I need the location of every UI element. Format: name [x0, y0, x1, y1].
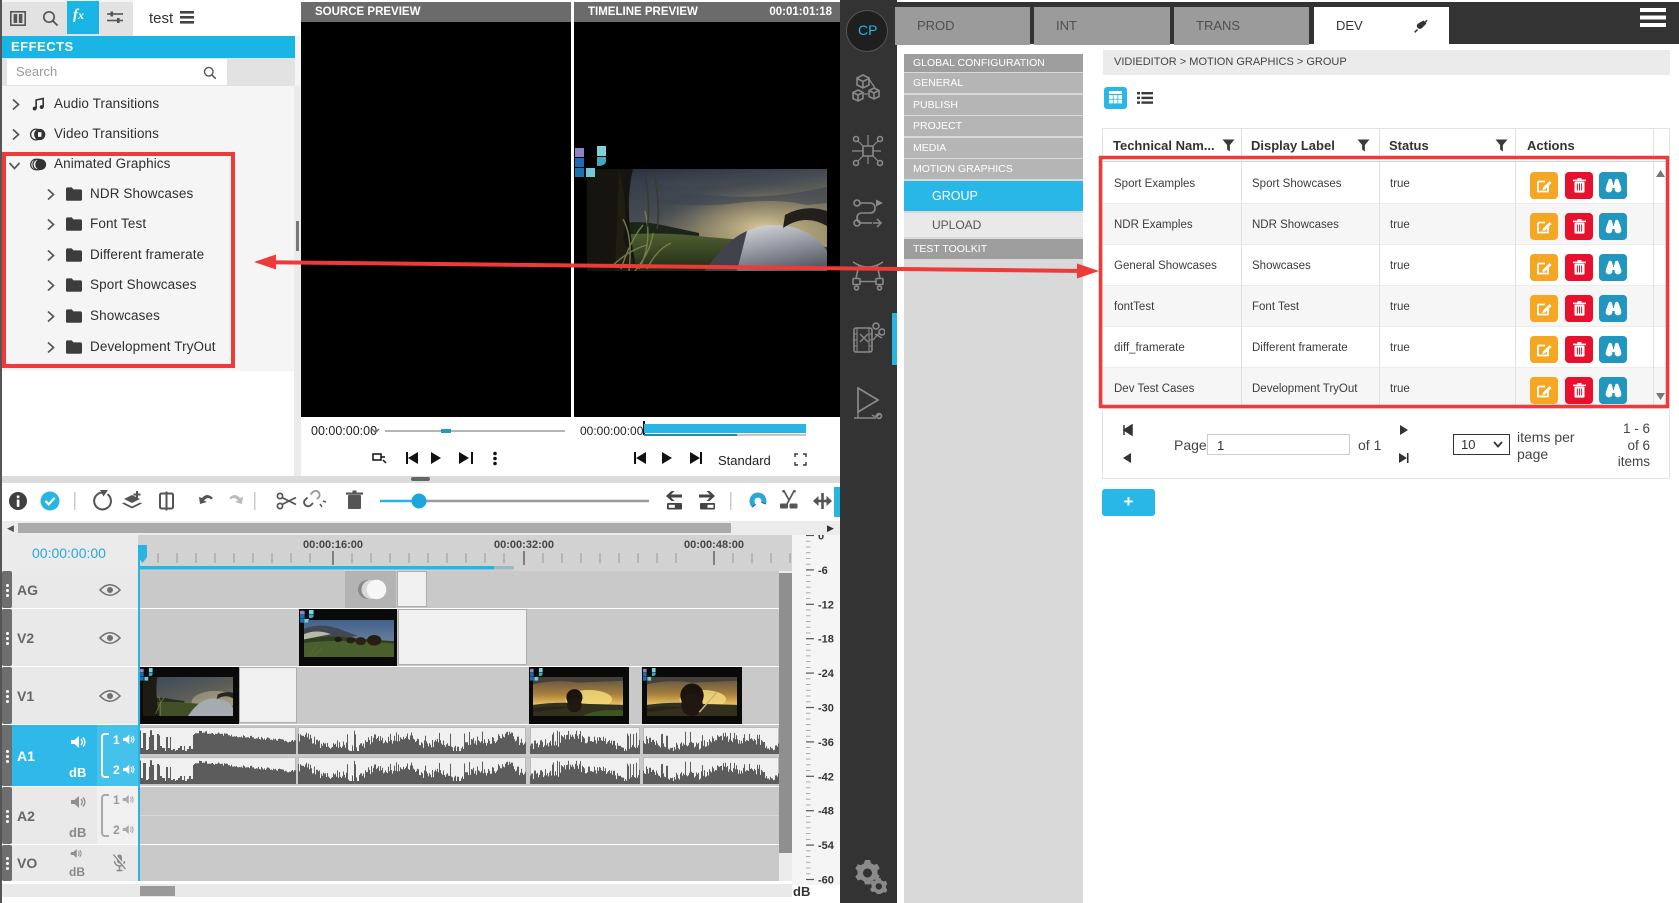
svg-text:0: 0	[818, 535, 824, 543]
svg-text:-36: -36	[818, 737, 834, 749]
svg-text:00:00:48:00: 00:00:48:00	[684, 539, 744, 551]
svg-text:-54: -54	[818, 840, 835, 852]
svg-text:-18: -18	[818, 634, 834, 646]
svg-text:-24: -24	[818, 668, 835, 680]
svg-text:-42: -42	[818, 771, 834, 783]
svg-text:-48: -48	[818, 806, 834, 818]
svg-text:-6: -6	[818, 565, 828, 577]
svg-text:00:00:16:00: 00:00:16:00	[303, 539, 363, 551]
svg-text:-12: -12	[818, 599, 834, 611]
svg-text:-30: -30	[818, 703, 834, 715]
svg-text:00:00:32:00: 00:00:32:00	[494, 539, 554, 551]
